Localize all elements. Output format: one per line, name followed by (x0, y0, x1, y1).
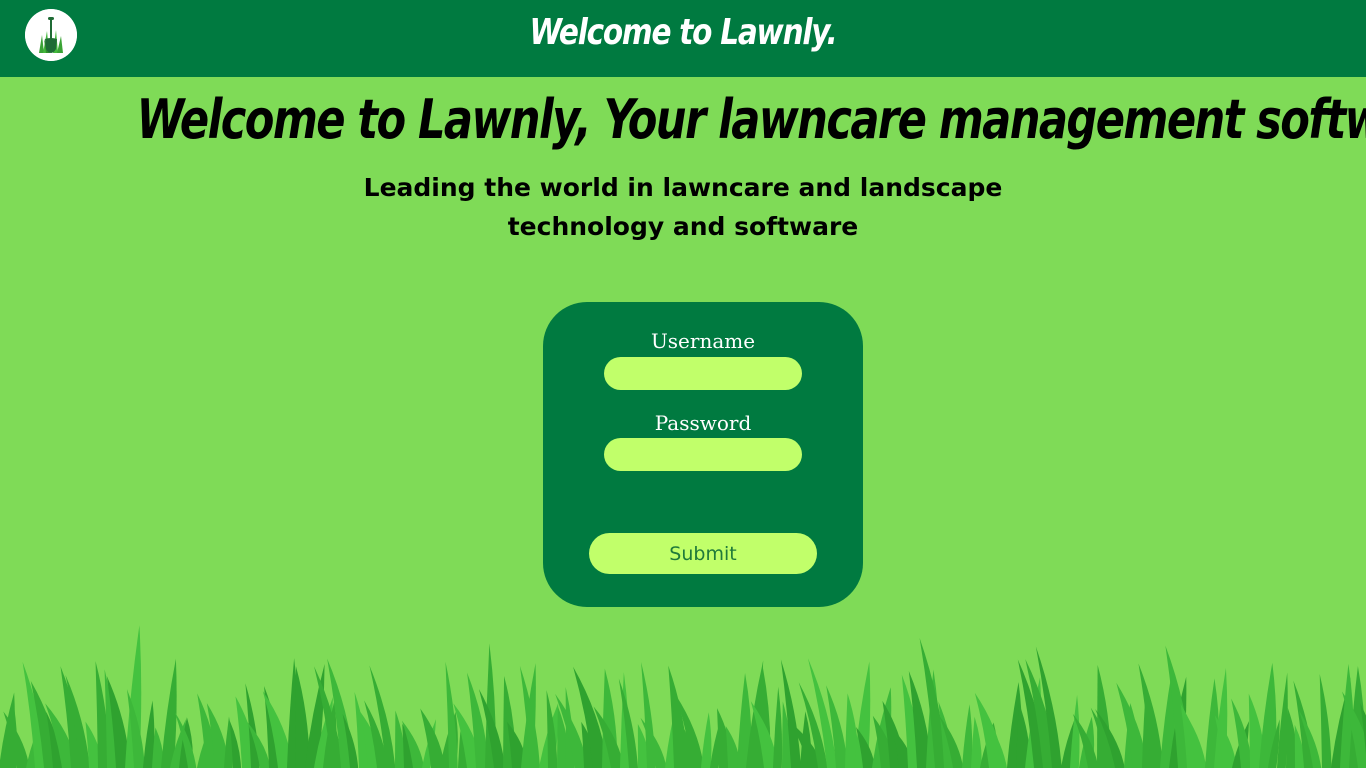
top-bar: Welcome to Lawnly. (0, 0, 1366, 77)
grass-decoration (0, 625, 1366, 768)
password-input[interactable] (604, 438, 802, 471)
grass-blade (701, 712, 712, 768)
subheading-line-2: technology and software (507, 212, 859, 241)
password-label: Password (654, 411, 752, 435)
page-headline: Welcome to Lawnly, Your lawncare managem… (136, 88, 1366, 151)
page-subheading: Leading the world in lawncare and landsc… (0, 168, 1366, 246)
logo (25, 9, 77, 61)
app-title: Welcome to Lawnly. (529, 12, 837, 53)
grass-blade (1319, 673, 1332, 768)
shovel-grass-icon (25, 9, 77, 61)
subheading-line-1: Leading the world in lawncare and landsc… (363, 173, 1003, 202)
grass-blade (962, 704, 973, 768)
submit-button[interactable]: Submit (589, 533, 817, 574)
grass-blade (773, 686, 783, 768)
grass-blade (971, 716, 982, 768)
login-card: Username Password Submit (543, 302, 863, 607)
username-input[interactable] (604, 357, 802, 390)
page: Welcome to Lawnly. Welcome to Lawnly, Yo… (0, 0, 1366, 768)
grass-blade (1277, 672, 1288, 768)
username-label: Username (650, 329, 756, 353)
